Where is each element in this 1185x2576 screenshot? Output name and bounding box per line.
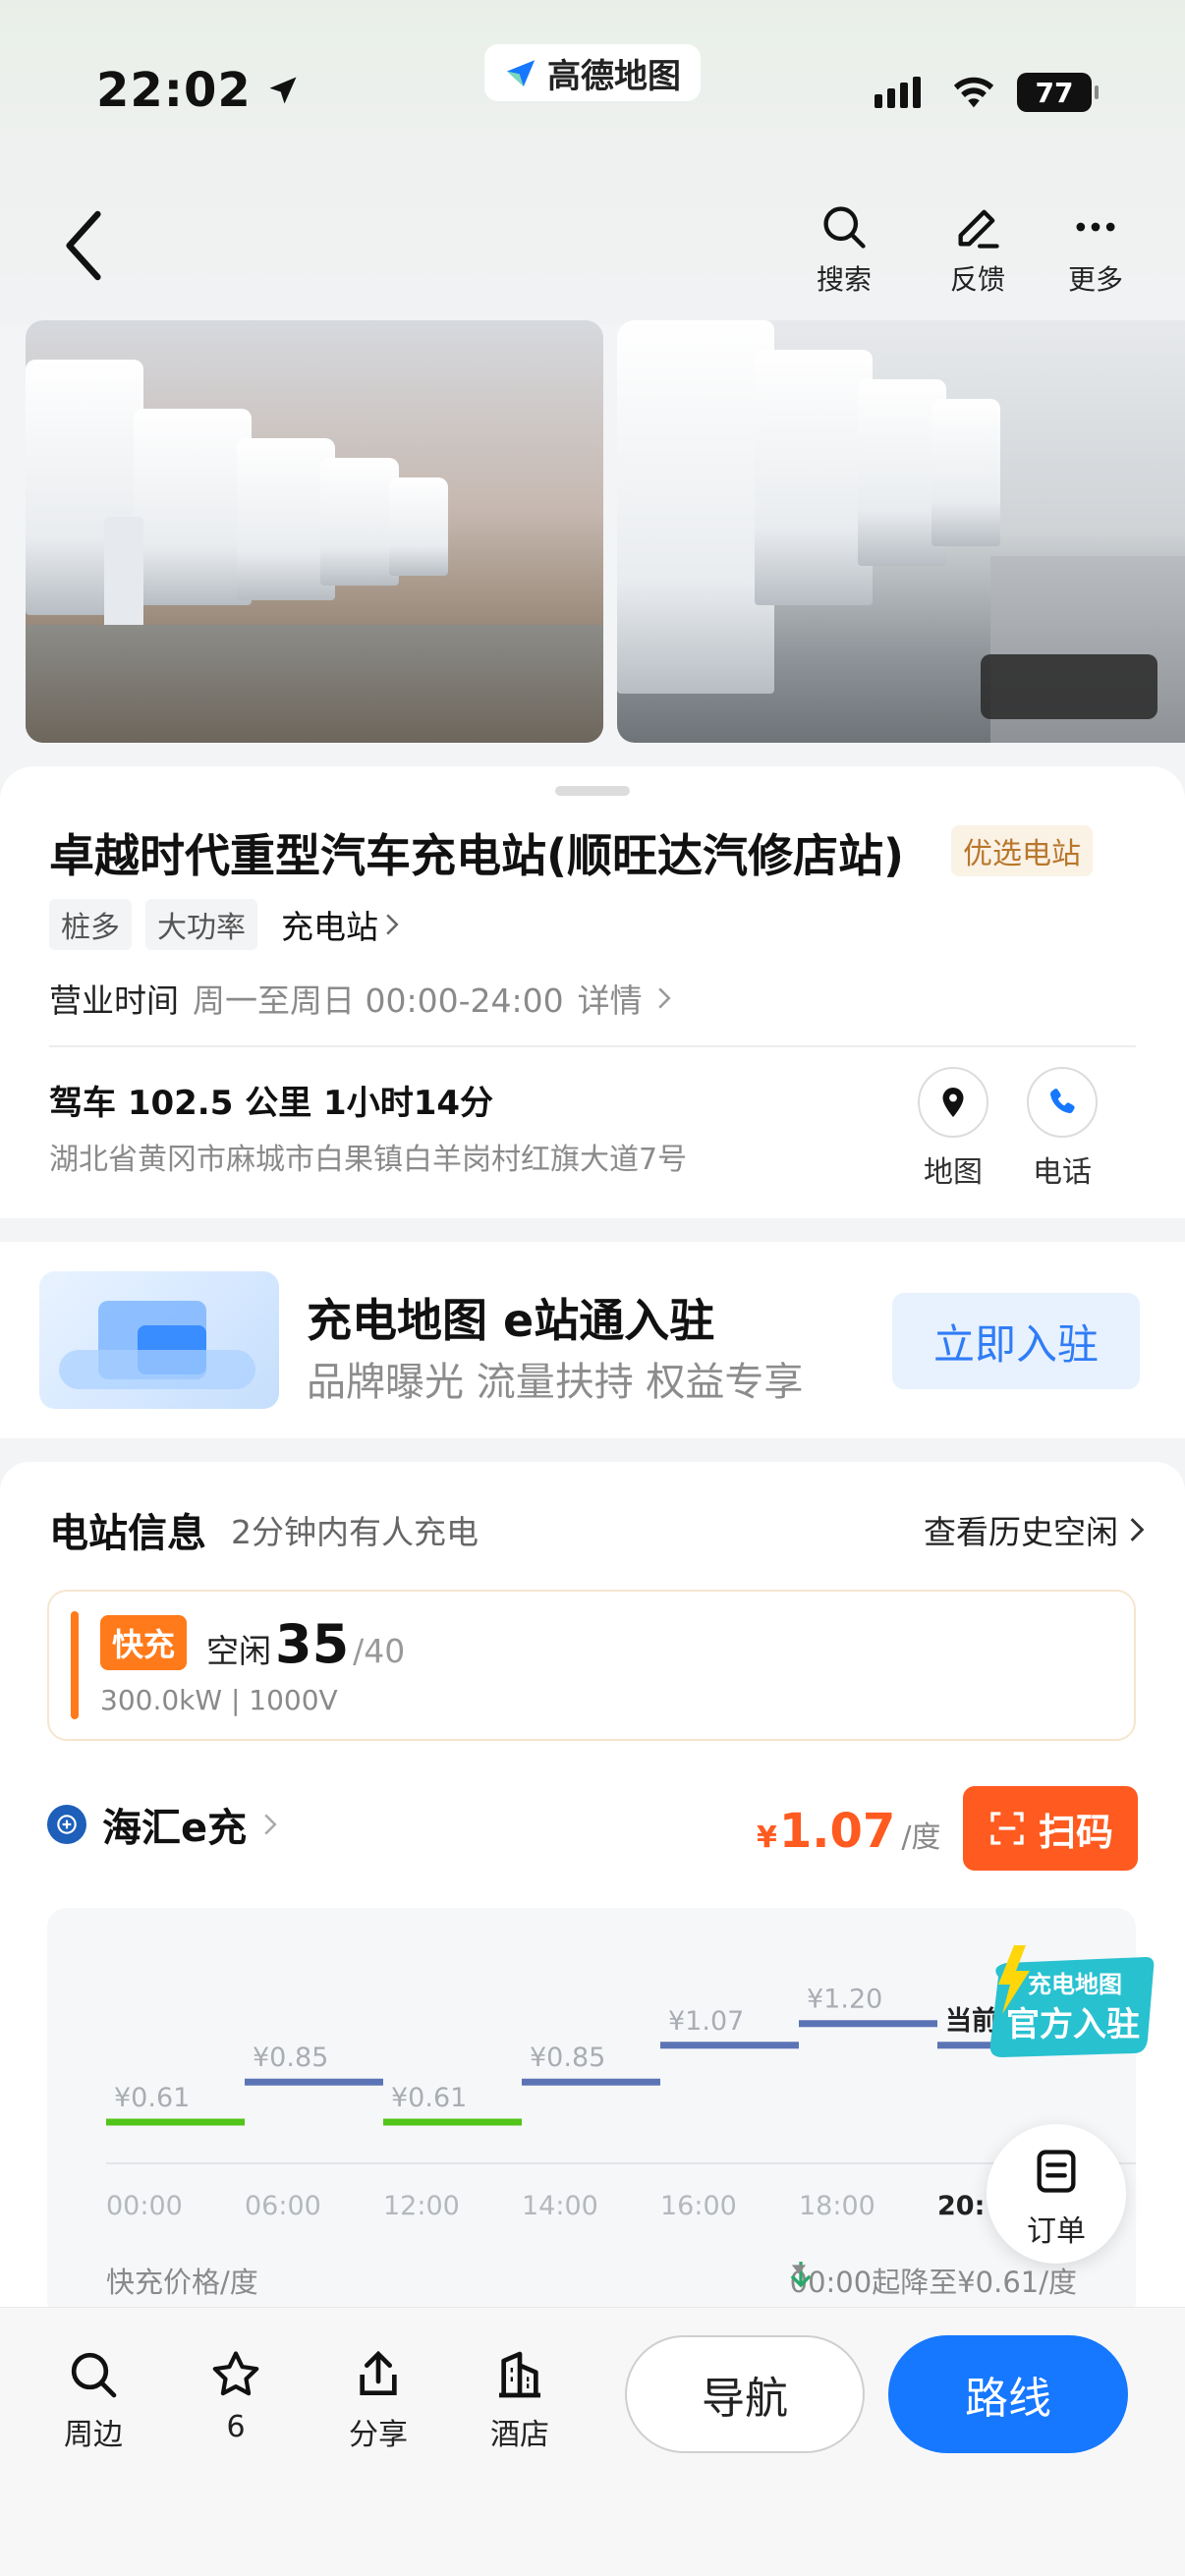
station-card: 卓越时代重型汽车充电站(顺旺达汽修店站) 优选电站 桩多 大功率 充电站 营业时… (0, 766, 1185, 1218)
battery-icon: 77 (1017, 73, 1099, 112)
edit-icon (958, 209, 999, 249)
share-icon (360, 2350, 397, 2395)
search-icon (823, 206, 866, 249)
photo-count-badge[interactable] (981, 654, 1157, 719)
chevron-left-icon (66, 210, 101, 281)
chevron-right-icon (1130, 1518, 1145, 1541)
fast-charge-tag: 快充 (100, 1615, 188, 1670)
top-header: 22:02 高德地图 77 搜索 反馈 更多 (0, 0, 1185, 324)
business-hours[interactable]: 营业时间 周一至周日 00:00-24:00 详情 (49, 975, 672, 1022)
fast-charge-indicator (71, 1611, 79, 1719)
station-title: 卓越时代重型汽车充电站(顺旺达汽修店站) (49, 829, 905, 882)
star-icon (212, 2351, 259, 2396)
hotel-tab[interactable]: 酒店 (466, 2347, 574, 2453)
back-button[interactable] (59, 206, 118, 285)
idle-count: 空闲 35 /40 (206, 1613, 406, 1675)
status-bar: 22:02 高德地图 77 (0, 0, 1185, 187)
section-title: 电站信息 (49, 1511, 206, 1556)
bottom-action-bar: 周边 6 分享 酒店 导航 路线 (0, 2307, 1185, 2576)
category-link[interactable]: 充电站 (281, 901, 400, 948)
station-photo[interactable] (26, 320, 603, 743)
charger-spec: 300.0kW | 1000V (100, 1684, 338, 1716)
current-price: ¥ 1.07 /度 (757, 1804, 941, 1859)
drive-info: 驾车 102.5 公里 1小时14分 (49, 1084, 494, 1123)
official-badge-line2: 官方入驻 (1006, 2005, 1140, 2044)
search-button[interactable]: 搜索 (800, 201, 888, 298)
preferred-badge: 优选电站 (951, 825, 1093, 876)
tag-chip: 桩多 (49, 899, 132, 950)
scan-button[interactable]: 扫码 (963, 1786, 1138, 1871)
phone-icon (1050, 1089, 1075, 1114)
map-button[interactable]: 地图 (914, 1067, 992, 1191)
map-pin-icon (942, 1088, 964, 1117)
station-photo[interactable] (617, 320, 1185, 743)
promo-title: 充电地图 e站通入驻 (307, 1294, 715, 1347)
official-badge-line1: 充电地图 (1028, 1971, 1122, 1998)
drag-handle[interactable] (555, 786, 630, 796)
tag-chip: 大功率 (145, 899, 257, 950)
station-tags: 桩多 大功率 充电站 (49, 899, 400, 950)
status-time: 22:02 (96, 63, 301, 118)
wifi-icon (951, 73, 996, 116)
divider (49, 1045, 1136, 1047)
nearby-tab[interactable]: 周边 (39, 2347, 147, 2453)
route-button[interactable]: 路线 (888, 2335, 1128, 2453)
price-chart-svg: ¥0.61¥0.85¥0.61¥0.85¥1.07¥1.20当前00:00 06:… (106, 1985, 1136, 2221)
share-tab[interactable]: 分享 (324, 2347, 432, 2453)
more-icon (1076, 222, 1115, 232)
history-idle-link[interactable]: 查看历史空闲 (924, 1506, 1146, 1553)
price-label: ¥0.85 (253, 2043, 328, 2073)
x-tick-label: 16:00 (660, 2191, 737, 2221)
order-list-icon (1037, 2150, 1076, 2193)
scan-icon (990, 1812, 1024, 1845)
x-tick-label: 20: (937, 2191, 985, 2221)
operator-logo-icon (47, 1805, 86, 1844)
address[interactable]: 湖北省黄冈市麻城市白果镇白羊岗村红旗大道7号 (49, 1135, 687, 1178)
price-label: ¥1.20 (807, 1985, 882, 2015)
price-label: ¥1.07 (668, 2006, 744, 2037)
x-tick-label: 06:00 (245, 2191, 321, 2221)
more-button[interactable]: 更多 (1051, 201, 1140, 298)
search-icon (71, 2352, 117, 2398)
chart-footer-label: 快充价格/度 (106, 2266, 258, 2299)
price-label: ¥0.61 (114, 2083, 190, 2113)
navigate-button[interactable]: 导航 (625, 2335, 865, 2453)
chevron-right-icon (386, 914, 399, 935)
chevron-right-icon (657, 987, 671, 1009)
hotel-icon (499, 2351, 540, 2398)
signal-icon (875, 77, 921, 108)
official-join-badge[interactable]: 充电地图 官方入驻 (979, 1945, 1157, 2069)
x-tick-label: 00:00 (106, 2191, 183, 2221)
promo-banner[interactable]: 充电地图 e站通入驻 品牌曝光 流量扶持 权益专享 立即入驻 (0, 1242, 1185, 1438)
join-now-button[interactable]: 立即入驻 (892, 1293, 1140, 1389)
location-arrow-icon (269, 77, 297, 104)
amap-logo-icon (506, 60, 536, 87)
promo-illustration (39, 1271, 279, 1409)
chevron-right-icon (264, 1814, 277, 1835)
caret-down-icon (791, 2265, 806, 2274)
price-chart: ¥0.61 ¥0.85 ¥0.61 ¥0.85 ¥1.07 ¥1.20 当前 00:00 06:… (47, 1908, 1136, 2321)
promo-subtitle: 品牌曝光 流量扶持 权益专享 (307, 1360, 804, 1405)
section-subtitle: 2分钟内有人充电 (231, 1513, 479, 1551)
price-label: ¥0.85 (530, 2043, 605, 2073)
order-button[interactable]: 订单 (987, 2124, 1126, 2264)
price-label: ¥0.61 (391, 2083, 467, 2113)
operator-link[interactable]: 海汇e充 (47, 1796, 278, 1853)
x-tick-label: 14:00 (522, 2191, 598, 2221)
price-drop-note[interactable]: 00:00起降至¥0.61/度 (790, 2260, 1077, 2301)
hours-detail-link[interactable]: 详情 (578, 975, 643, 1022)
fast-charge-card[interactable]: 快充 空闲 35 /40 300.0kW | 1000V (47, 1590, 1136, 1741)
x-tick-label: 18:00 (799, 2191, 875, 2221)
app-name-badge[interactable]: 高德地图 (484, 44, 701, 101)
phone-button[interactable]: 电话 (1023, 1067, 1101, 1191)
x-tick-label: 12:00 (383, 2191, 460, 2221)
favorite-tab[interactable]: 6 (182, 2347, 290, 2444)
feedback-button[interactable]: 反馈 (933, 201, 1022, 298)
